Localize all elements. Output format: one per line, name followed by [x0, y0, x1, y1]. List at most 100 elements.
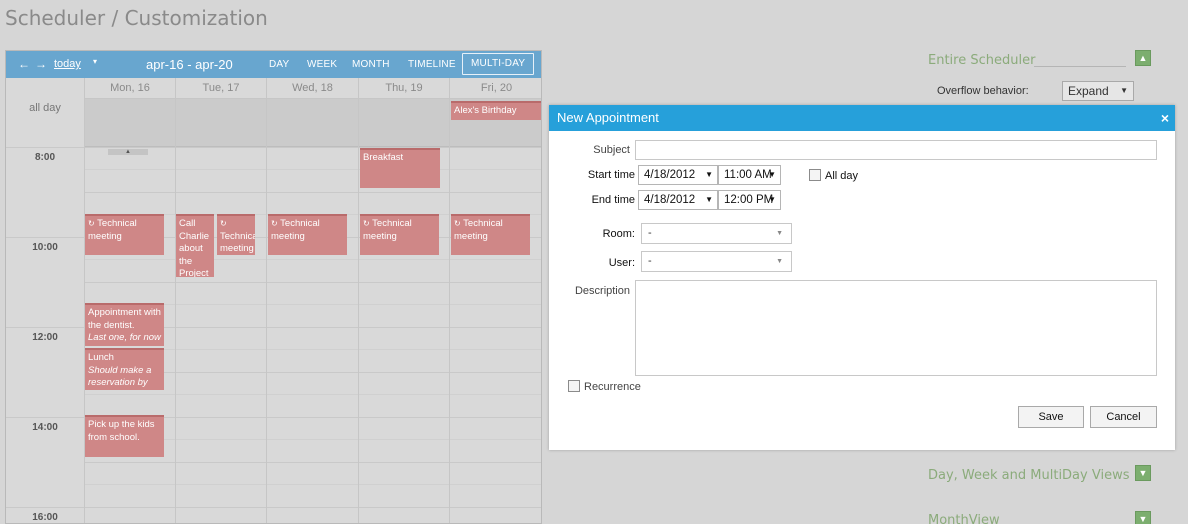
appointment-label: Lunch	[88, 352, 114, 363]
today-link[interactable]: today	[54, 58, 81, 70]
appointment-breakfast[interactable]: Breakfast	[360, 148, 440, 188]
end-time-value: 12:00 PM	[724, 194, 774, 206]
user-label: User:	[608, 257, 635, 269]
start-time-label: Start time	[587, 169, 635, 181]
expand-icon[interactable]: ▼	[1135, 465, 1151, 481]
prev-arrow-icon[interactable]: ←	[18, 57, 30, 71]
next-arrow-icon[interactable]: →	[35, 57, 47, 71]
start-time-picker[interactable]: 11:00 AM ▼	[718, 165, 781, 185]
chevron-down-icon: ▼	[776, 230, 783, 237]
appointment-alexs-birthday[interactable]: Alex's Birthday	[451, 101, 541, 120]
day-header-tue: Tue, 17	[175, 78, 266, 99]
day-header-wed: Wed, 18	[266, 78, 358, 99]
day-header-fri: Fri, 20	[449, 78, 541, 99]
description-textarea[interactable]	[635, 280, 1157, 376]
appointment-lunch[interactable]: Lunch Should make a reservation by	[85, 348, 164, 390]
collapse-icon[interactable]: ▲	[1135, 50, 1151, 66]
tab-timeline[interactable]: TIMELINE	[408, 59, 456, 70]
start-date-picker[interactable]: 4/18/2012 ▼	[638, 165, 718, 185]
expand-icon[interactable]: ▼	[1135, 511, 1151, 524]
chevron-down-icon: ▼	[776, 258, 783, 265]
end-time-picker[interactable]: 12:00 PM ▼	[718, 190, 781, 210]
time-label: 14:00	[32, 422, 58, 433]
overflow-behavior-value: Expand	[1068, 84, 1109, 98]
time-column: 8:00 10:00 12:00 14:00 16:00	[6, 147, 84, 523]
room-value: -	[648, 227, 652, 239]
tab-multi-day[interactable]: MULTI-DAY	[462, 53, 535, 75]
room-label: Room:	[602, 228, 635, 240]
time-label: 12:00	[32, 332, 58, 343]
allday-label: all day	[29, 102, 61, 114]
recurrence-icon: ↻	[363, 219, 370, 228]
appointment-label: Technical meeting	[88, 218, 137, 242]
overflow-behavior-label: Overflow behavior:	[937, 85, 1029, 97]
user-select[interactable]: - ▼	[641, 251, 792, 272]
overflow-behavior-select[interactable]: Expand ▼	[1062, 81, 1134, 101]
appointment-dentist[interactable]: Appointment with the dentist. Last one, …	[85, 303, 164, 346]
section-divider	[1034, 66, 1126, 67]
time-label: 8:00	[34, 152, 55, 163]
appointment-label: Alex's Birthday	[454, 105, 517, 116]
tab-week[interactable]: WEEK	[307, 59, 337, 70]
subject-input[interactable]	[635, 140, 1157, 160]
recurrence-checkbox[interactable]	[568, 380, 580, 392]
appointment-description: Last one, for now	[88, 332, 161, 343]
appointment-technical-meeting[interactable]: ↻ Technical meeting	[451, 214, 530, 255]
appointment-label: Appointment with the dentist.	[88, 307, 161, 331]
all-day-label: All day	[825, 170, 859, 182]
subject-label: Subject	[593, 144, 630, 156]
day-header-thu: Thu, 19	[358, 78, 449, 99]
end-time-label: End time	[591, 194, 635, 206]
appointment-technical-meeting[interactable]: ↻ Technical meeting	[360, 214, 439, 255]
start-time-value: 11:00 AM	[724, 169, 772, 181]
date-range: apr-16 - apr-20	[146, 57, 233, 72]
section-views[interactable]: Day, Week and MultiDay Views	[928, 468, 1129, 483]
appointment-label: Pick up the kids from school.	[88, 419, 155, 443]
calendar-dropdown-icon: ▼	[705, 195, 713, 204]
appointment-technical-meeting[interactable]: ↻ Technical meeting	[217, 214, 255, 255]
end-date-value: 4/18/2012	[644, 194, 696, 206]
time-label: 16:00	[32, 512, 58, 523]
today-dropdown-icon[interactable]: ▾	[93, 57, 97, 66]
scroll-up-icon[interactable]: ▲	[108, 149, 148, 155]
appointment-label: Call Charlie about the Project	[179, 218, 210, 277]
dialog-title: New Appointment	[557, 110, 659, 125]
page-title: Scheduler / Customization	[5, 6, 268, 30]
section-entire-scheduler[interactable]: Entire Scheduler	[928, 53, 1035, 68]
save-button[interactable]: Save	[1018, 406, 1084, 428]
appointment-label: Technical meeting	[271, 218, 320, 242]
appointment-label: Technical meeting	[363, 218, 412, 242]
end-date-picker[interactable]: 4/18/2012 ▼	[638, 190, 718, 210]
scheduler: ← → today ▾ apr-16 - apr-20 DAY WEEK MON…	[5, 50, 542, 524]
tab-day[interactable]: DAY	[269, 59, 289, 70]
recurrence-icon: ↻	[271, 219, 278, 228]
appointment-label: Breakfast	[363, 152, 404, 163]
tab-month[interactable]: MONTH	[352, 59, 390, 70]
all-day-checkbox[interactable]	[809, 169, 821, 181]
user-value: -	[648, 255, 652, 267]
chevron-down-icon: ▼	[1120, 86, 1128, 95]
appointment-label: Technical meeting	[220, 230, 255, 255]
recurrence-icon: ↻	[454, 219, 461, 228]
appointment-label: Technical meeting	[454, 218, 503, 242]
dialog-title-bar: New Appointment ×	[549, 105, 1175, 131]
description-label: Description	[574, 285, 630, 297]
recurrence-icon: ↻	[88, 219, 95, 228]
appointment-call-charlie[interactable]: Call Charlie about the Project	[176, 214, 214, 277]
section-month-view[interactable]: MonthView	[928, 513, 1000, 524]
close-icon[interactable]: ×	[1161, 105, 1169, 131]
recurrence-icon: ↻	[220, 219, 227, 228]
appointment-description: Should make a reservation by	[88, 364, 152, 389]
calendar-dropdown-icon: ▼	[705, 170, 713, 179]
new-appointment-dialog: New Appointment × Subject Start time 4/1…	[549, 105, 1175, 450]
start-date-value: 4/18/2012	[644, 169, 696, 181]
appointment-pick-up-kids[interactable]: Pick up the kids from school.	[85, 415, 164, 457]
time-label: 10:00	[32, 242, 58, 253]
scheduler-toolbar: ← → today ▾ apr-16 - apr-20 DAY WEEK MON…	[6, 51, 541, 78]
room-select[interactable]: - ▼	[641, 223, 792, 244]
appointment-technical-meeting[interactable]: ↻ Technical meeting	[268, 214, 347, 255]
cancel-button[interactable]: Cancel	[1090, 406, 1157, 428]
appointment-technical-meeting[interactable]: ↻ Technical meeting	[85, 214, 164, 255]
day-header-mon: Mon, 16	[84, 78, 175, 99]
recurrence-label: Recurrence	[584, 381, 641, 393]
